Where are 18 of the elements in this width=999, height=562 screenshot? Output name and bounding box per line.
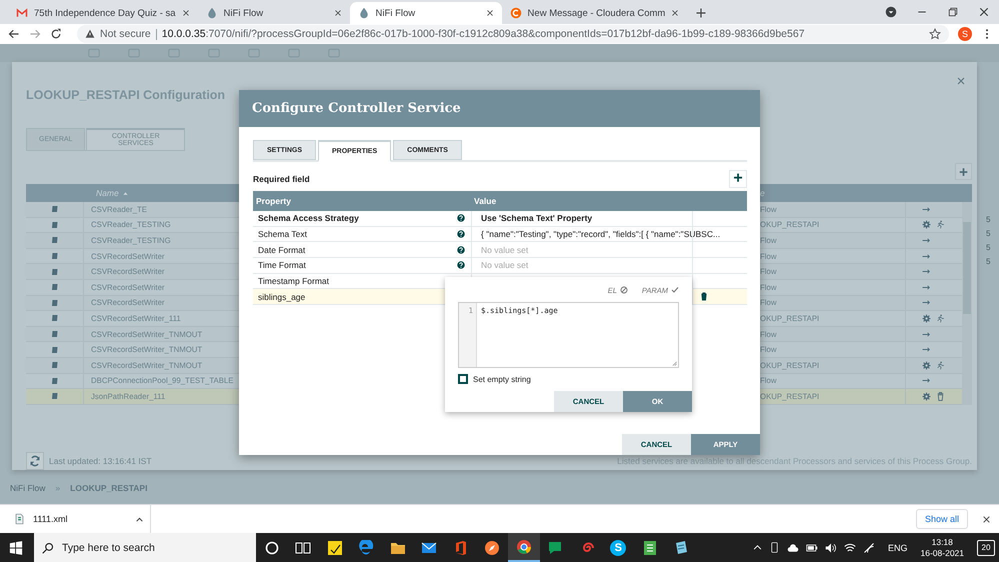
dialog-title: Configure Controller Service (252, 101, 461, 116)
property-name: Timestamp Format (258, 276, 330, 286)
property-name: Date Format (258, 244, 306, 255)
time-reading: 5 (986, 242, 990, 253)
column-header: Value (473, 196, 498, 206)
property-name: Time Format (258, 260, 306, 270)
time-reading: 5 (986, 214, 990, 225)
required-field-label: Required field (253, 174, 310, 184)
time-reading: 5 (986, 256, 990, 267)
column-header: Property (255, 196, 292, 206)
last-updated-text: Last updated: 13:16:41 IST (49, 456, 152, 466)
breadcrumb-separator: » (55, 483, 60, 493)
property-name: Schema Text (258, 229, 307, 240)
time-reading: 5 (986, 228, 990, 239)
property-name: Schema Access Strategy (258, 213, 359, 224)
panel-title: LOOKUP_RESTAPI Configuration (26, 88, 226, 104)
column-header: e (760, 187, 766, 200)
property-name: siblings_age (258, 292, 306, 302)
